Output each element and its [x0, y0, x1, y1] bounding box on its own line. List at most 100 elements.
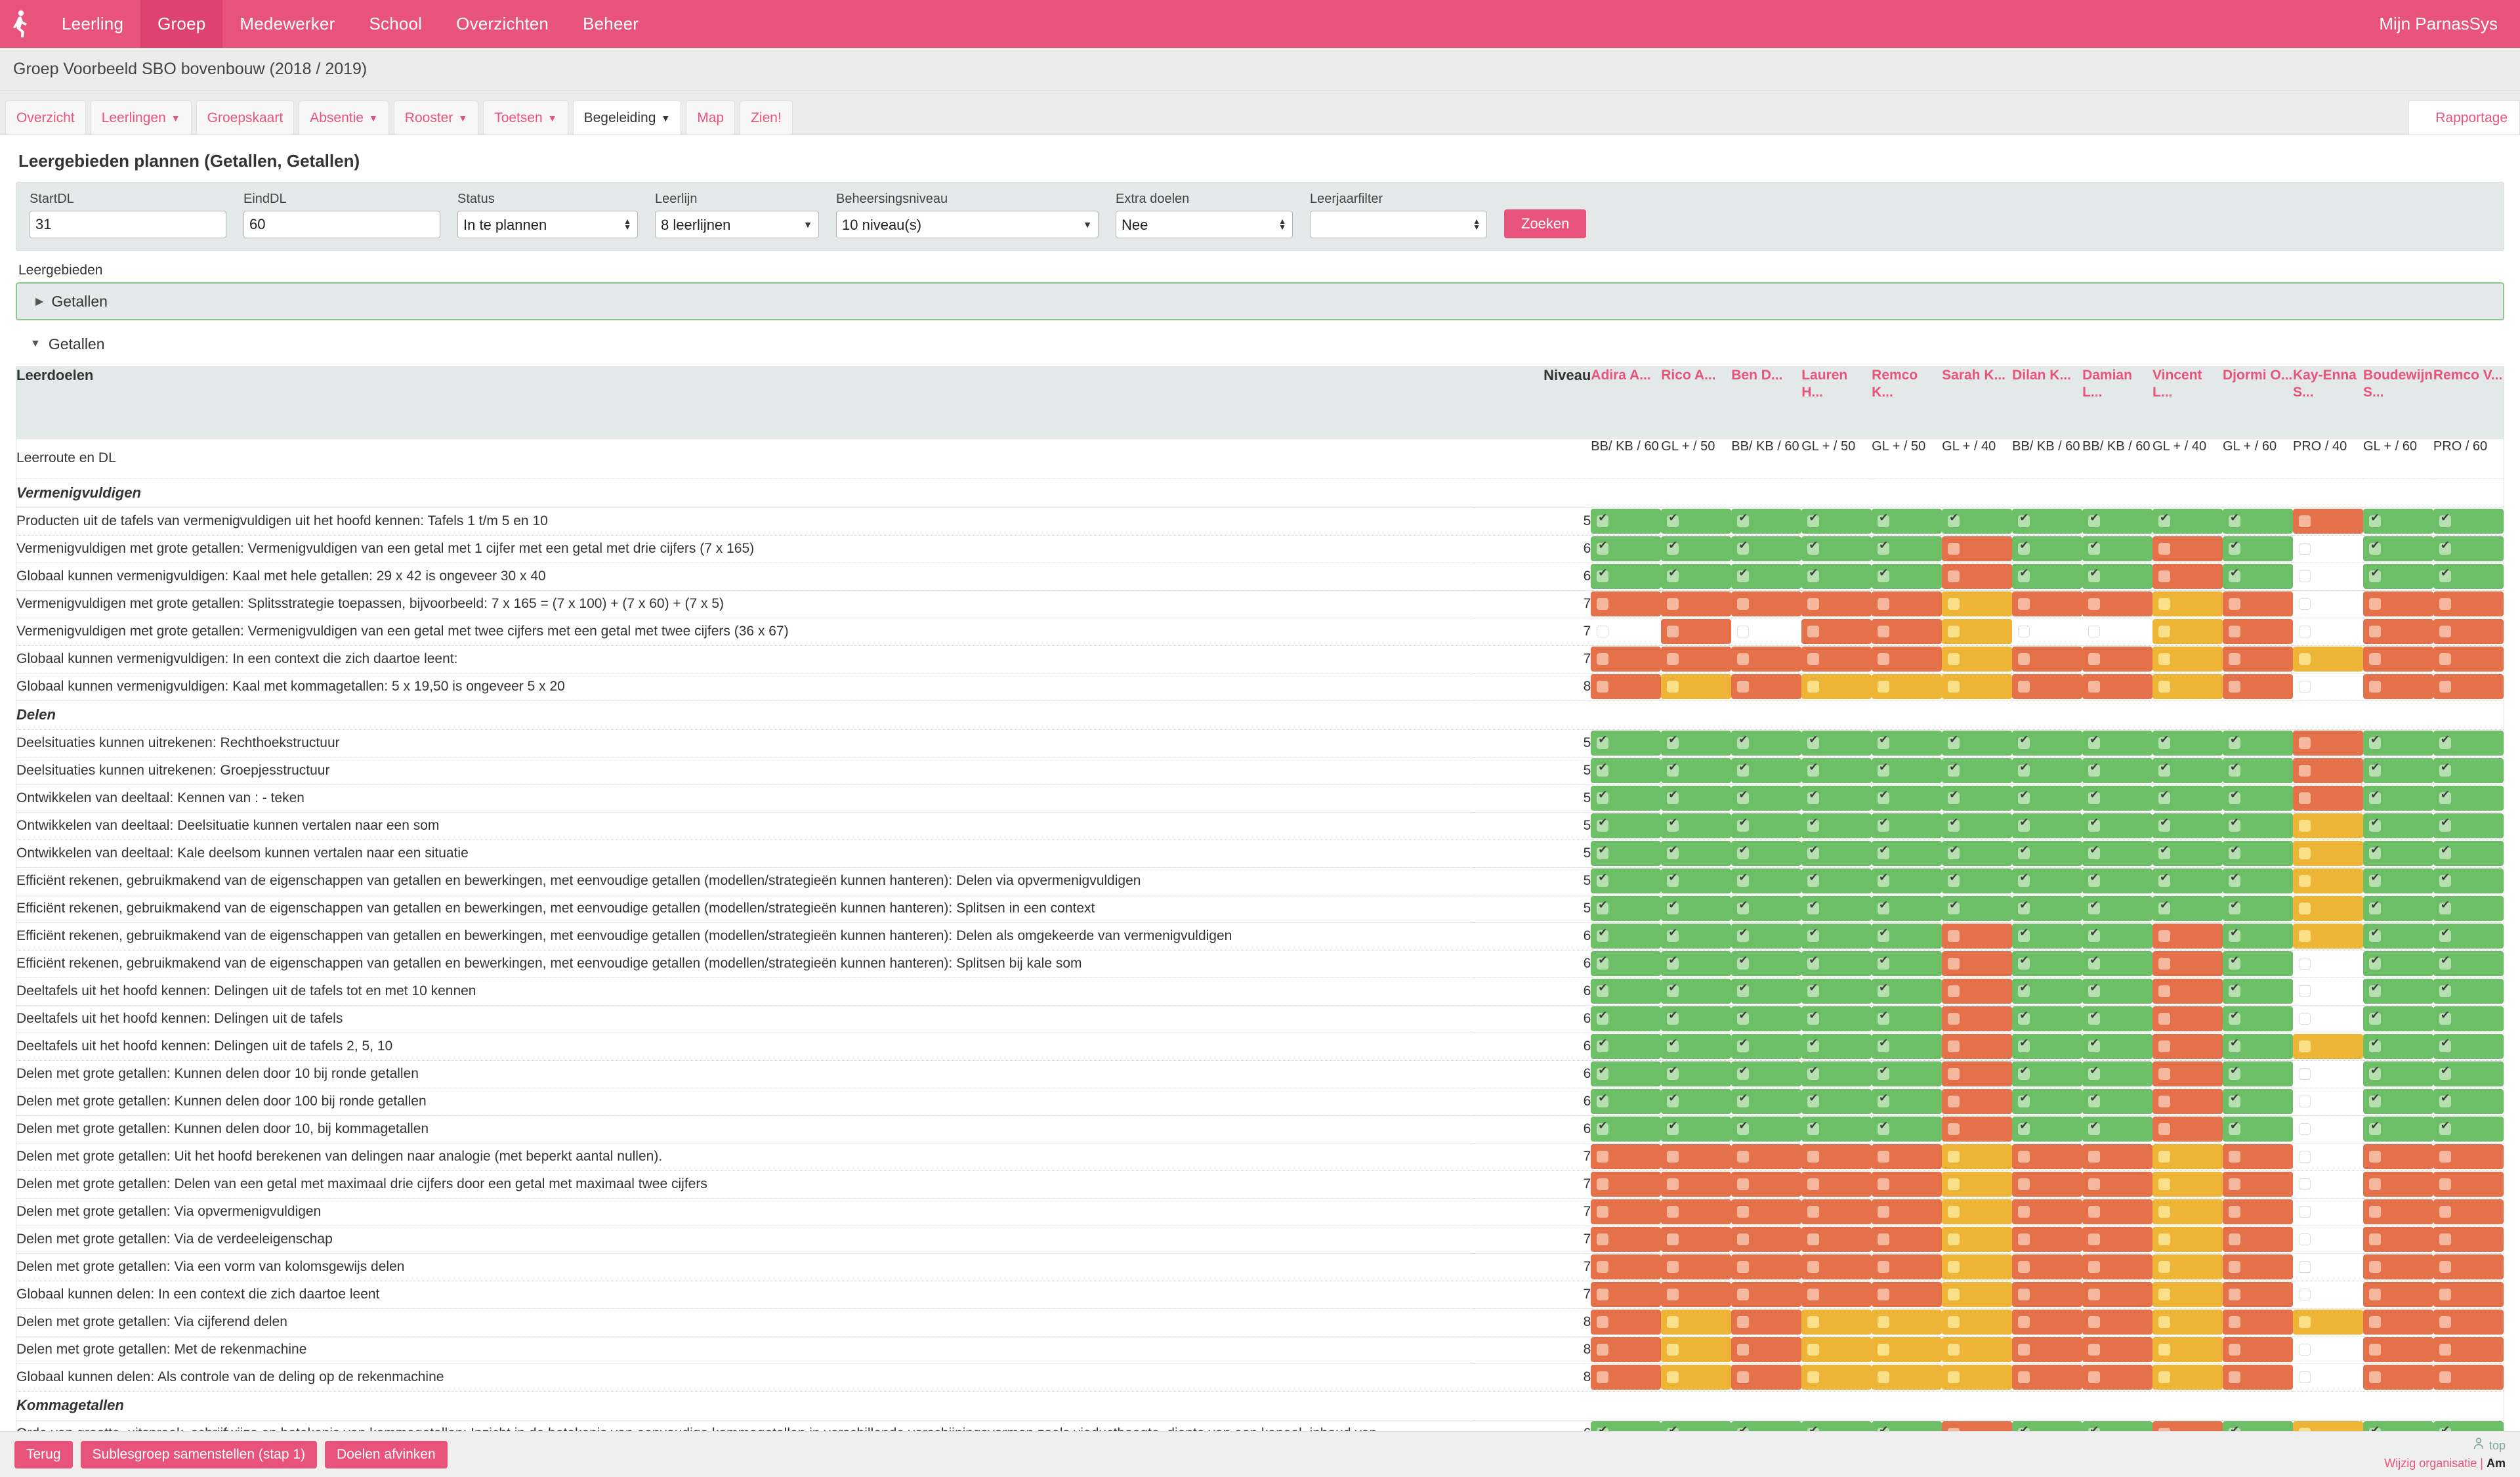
- goal-student-cell[interactable]: [2012, 535, 2083, 563]
- status-chip[interactable]: [1661, 647, 1732, 672]
- status-chip[interactable]: [2433, 731, 2504, 756]
- goal-student-cell[interactable]: [2152, 673, 2223, 701]
- goal-student-cell[interactable]: [2433, 618, 2504, 646]
- status-chip[interactable]: [2082, 1034, 2153, 1059]
- goal-student-cell[interactable]: [1591, 1033, 1662, 1061]
- status-chip[interactable]: [2223, 1006, 2293, 1031]
- status-chip[interactable]: [1591, 924, 1662, 949]
- goal-student-cell[interactable]: [1872, 1226, 1942, 1254]
- status-chip[interactable]: [1801, 1006, 1872, 1031]
- goal-student-cell[interactable]: [1872, 618, 1942, 646]
- goal-student-cell[interactable]: [2433, 590, 2504, 618]
- status-chip[interactable]: [1942, 1172, 2013, 1197]
- status-chip[interactable]: [2292, 1310, 2363, 1335]
- status-chip[interactable]: [2223, 951, 2293, 976]
- status-chip[interactable]: [2223, 674, 2293, 699]
- status-chip[interactable]: [2362, 674, 2433, 699]
- goal-student-cell[interactable]: [2012, 867, 2083, 895]
- status-chip[interactable]: [1591, 813, 1662, 838]
- status-chip[interactable]: [2362, 1227, 2433, 1252]
- status-chip[interactable]: [1591, 1034, 1662, 1059]
- goal-student-cell[interactable]: [2152, 507, 2223, 536]
- status-chip[interactable]: [2152, 731, 2223, 756]
- status-chip[interactable]: [2223, 1117, 2293, 1142]
- goal-student-cell[interactable]: [2433, 1336, 2504, 1364]
- status-chip[interactable]: [1801, 1089, 1872, 1114]
- goal-student-cell[interactable]: [2152, 618, 2223, 646]
- goal-student-cell[interactable]: [2362, 950, 2433, 978]
- status-chip[interactable]: [2292, 647, 2363, 672]
- status-chip[interactable]: [2223, 564, 2293, 589]
- goal-student-cell[interactable]: [1872, 1005, 1942, 1033]
- goal-student-cell[interactable]: [1731, 590, 1802, 618]
- goal-student-cell[interactable]: [2433, 977, 2504, 1006]
- goal-student-cell[interactable]: [1731, 1363, 1802, 1392]
- status-chip[interactable]: [1872, 786, 1942, 811]
- status-chip[interactable]: [1731, 786, 1802, 811]
- goal-student-cell[interactable]: [1591, 895, 1662, 923]
- goal-student-cell[interactable]: [1872, 840, 1942, 868]
- status-chip[interactable]: [1872, 619, 1942, 644]
- status-chip[interactable]: [1731, 1144, 1802, 1169]
- status-chip[interactable]: [2152, 1144, 2223, 1169]
- status-chip[interactable]: [1942, 924, 2013, 949]
- goal-student-cell[interactable]: [1872, 1088, 1942, 1116]
- goal-student-cell[interactable]: [1731, 757, 1802, 785]
- goal-student-cell[interactable]: [2223, 977, 2293, 1006]
- goal-student-cell[interactable]: [1661, 618, 1732, 646]
- status-chip[interactable]: [2082, 1089, 2153, 1114]
- goal-student-cell[interactable]: [2082, 563, 2153, 591]
- status-chip[interactable]: [2082, 951, 2153, 976]
- status-chip[interactable]: [1801, 951, 1872, 976]
- goal-student-cell[interactable]: [1661, 922, 1732, 951]
- goal-student-cell[interactable]: [2152, 563, 2223, 591]
- status-chip[interactable]: [1942, 536, 2013, 561]
- goal-student-cell[interactable]: [1731, 1226, 1802, 1254]
- status-chip[interactable]: [1661, 896, 1732, 921]
- goal-student-cell[interactable]: [1661, 812, 1732, 840]
- goal-student-cell[interactable]: [2362, 840, 2433, 868]
- goal-student-cell[interactable]: [1801, 1060, 1872, 1088]
- status-chip[interactable]: [2012, 619, 2083, 644]
- goal-student-cell[interactable]: [2082, 1060, 2153, 1088]
- status-chip[interactable]: [1942, 647, 2013, 672]
- goal-student-cell[interactable]: [1872, 535, 1942, 563]
- status-chip[interactable]: [1661, 674, 1732, 699]
- goal-student-cell[interactable]: [1591, 840, 1662, 868]
- goal-student-cell[interactable]: [2362, 757, 2433, 785]
- goal-student-cell[interactable]: [2433, 1226, 2504, 1254]
- status-chip[interactable]: [2292, 619, 2363, 644]
- nav-item-overzichten[interactable]: Overzichten: [439, 0, 566, 48]
- status-chip[interactable]: [2292, 674, 2363, 699]
- goal-student-cell[interactable]: [2082, 1170, 2153, 1199]
- goal-student-cell[interactable]: [1942, 729, 2013, 758]
- goal-student-cell[interactable]: [2082, 618, 2153, 646]
- goal-student-cell[interactable]: [2292, 812, 2363, 840]
- status-chip[interactable]: [2362, 1365, 2433, 1390]
- goal-student-cell[interactable]: [2433, 1170, 2504, 1199]
- status-chip[interactable]: [1731, 509, 1802, 534]
- status-chip[interactable]: [1872, 1199, 1942, 1224]
- tab-groepskaart[interactable]: Groepskaart: [196, 100, 295, 135]
- status-chip[interactable]: [2152, 1227, 2223, 1252]
- status-chip[interactable]: [2433, 786, 2504, 811]
- goal-student-cell[interactable]: [2433, 1033, 2504, 1061]
- status-chip[interactable]: [2012, 979, 2083, 1004]
- goal-student-cell[interactable]: [1661, 950, 1732, 978]
- goal-student-cell[interactable]: [2362, 535, 2433, 563]
- status-chip[interactable]: [2362, 786, 2433, 811]
- goal-student-cell[interactable]: [1661, 645, 1732, 674]
- goal-student-cell[interactable]: [1661, 977, 1732, 1006]
- goal-student-cell[interactable]: [2082, 977, 2153, 1006]
- status-chip[interactable]: [2292, 1172, 2363, 1197]
- goal-student-cell[interactable]: [1872, 812, 1942, 840]
- goal-student-cell[interactable]: [2223, 1281, 2293, 1309]
- goal-student-cell[interactable]: [1591, 507, 1662, 536]
- status-chip[interactable]: [2152, 813, 2223, 838]
- goal-student-cell[interactable]: [2082, 1363, 2153, 1392]
- status-chip[interactable]: [1801, 1061, 1872, 1086]
- status-chip[interactable]: [1661, 536, 1732, 561]
- goal-student-cell[interactable]: [1731, 1115, 1802, 1144]
- status-chip[interactable]: [1731, 619, 1802, 644]
- status-chip[interactable]: [2012, 1310, 2083, 1335]
